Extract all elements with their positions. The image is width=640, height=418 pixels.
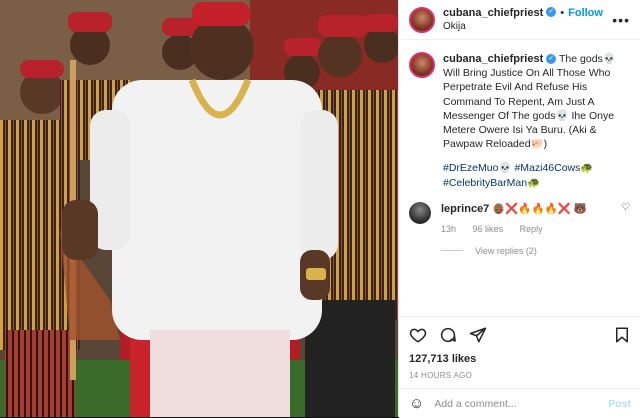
author-info: cubana_chiefpriest ✓ • Follow Okija	[443, 5, 603, 34]
view-replies-button[interactable]: View replies (2)	[441, 246, 640, 256]
hashtag[interactable]: #CelebrityBarMan🐢	[443, 177, 540, 189]
action-icons	[399, 317, 640, 345]
post-modal: cubana_chiefpriest ✓ • Follow Okija ••• cub…	[0, 0, 640, 418]
author-username[interactable]: cubana_chiefpriest	[443, 7, 543, 19]
separator-dot: •	[560, 7, 565, 19]
post-header: cubana_chiefpriest ✓ • Follow Okija •••	[399, 0, 640, 40]
comment-body: leprince7 👴🏾❌🔥🔥🔥❌ 🐻 13h 96 likes Reply	[441, 202, 617, 236]
save-bookmark-icon[interactable]	[613, 326, 631, 344]
comment-bubble-icon[interactable]	[439, 326, 457, 344]
add-comment-input[interactable]: Add a comment...	[434, 398, 608, 410]
comment-time: 13h	[441, 223, 457, 234]
post-photo[interactable]	[0, 0, 398, 417]
comment-like-icon[interactable]: ♡	[621, 202, 630, 236]
caption: cubana_chiefpriest ✓ The gods💀 Will Bring…	[399, 40, 640, 190]
verified-icon: ✓	[546, 54, 557, 65]
comment-meta: 13h 96 likes Reply	[441, 222, 617, 236]
action-bar: 127,713 likes 14 HOURS AGO ☺ Add a comme…	[399, 316, 640, 418]
reply-button[interactable]: Reply	[520, 224, 543, 234]
post-side-panel: cubana_chiefpriest ✓ • Follow Okija ••• cub…	[398, 0, 640, 418]
post-comment-button[interactable]: Post	[608, 398, 631, 410]
caption-text: The gods💀 Will Bring Justice On All Thos…	[443, 53, 616, 151]
share-send-icon[interactable]	[469, 326, 487, 344]
post-timestamp[interactable]: 14 HOURS AGO	[399, 365, 640, 380]
commenter-avatar[interactable]	[409, 201, 431, 224]
post-location[interactable]: Okija	[443, 20, 603, 34]
comment-likes[interactable]: 96 likes	[473, 224, 504, 234]
view-replies-line	[441, 250, 463, 252]
comment-text: 👴🏾❌🔥🔥🔥❌ 🐻	[492, 202, 587, 215]
like-count[interactable]: 127,713 likes	[399, 345, 640, 365]
caption-avatar[interactable]	[409, 52, 435, 78]
author-avatar[interactable]	[409, 6, 435, 33]
comment-item: leprince7 👴🏾❌🔥🔥🔥❌ 🐻 13h 96 likes Reply ♡	[399, 201, 640, 236]
verified-icon: ✓	[546, 6, 557, 17]
photo-illustration	[0, 0, 398, 417]
view-replies-label: View replies (2)	[475, 245, 537, 256]
add-comment-bar: ☺ Add a comment... Post	[399, 388, 640, 418]
hashtag-list: #DrEzeMuo💀 #Mazi46Cows🐢 #CelebrityBarMan…	[443, 161, 629, 189]
caption-text-block: cubana_chiefpriest ✓ The gods💀 Will Bring…	[443, 52, 629, 190]
more-options-icon[interactable]: •••	[612, 12, 630, 28]
commenter-username[interactable]: leprince7	[441, 203, 489, 215]
emoji-icon[interactable]: ☺	[409, 395, 424, 412]
hashtag[interactable]: #Mazi46Cows🐢	[514, 162, 593, 174]
caption-username[interactable]: cubana_chiefpriest	[443, 53, 543, 65]
like-heart-icon[interactable]	[409, 326, 427, 344]
hashtag[interactable]: #DrEzeMuo💀	[443, 162, 512, 174]
follow-button[interactable]: Follow	[568, 7, 603, 19]
